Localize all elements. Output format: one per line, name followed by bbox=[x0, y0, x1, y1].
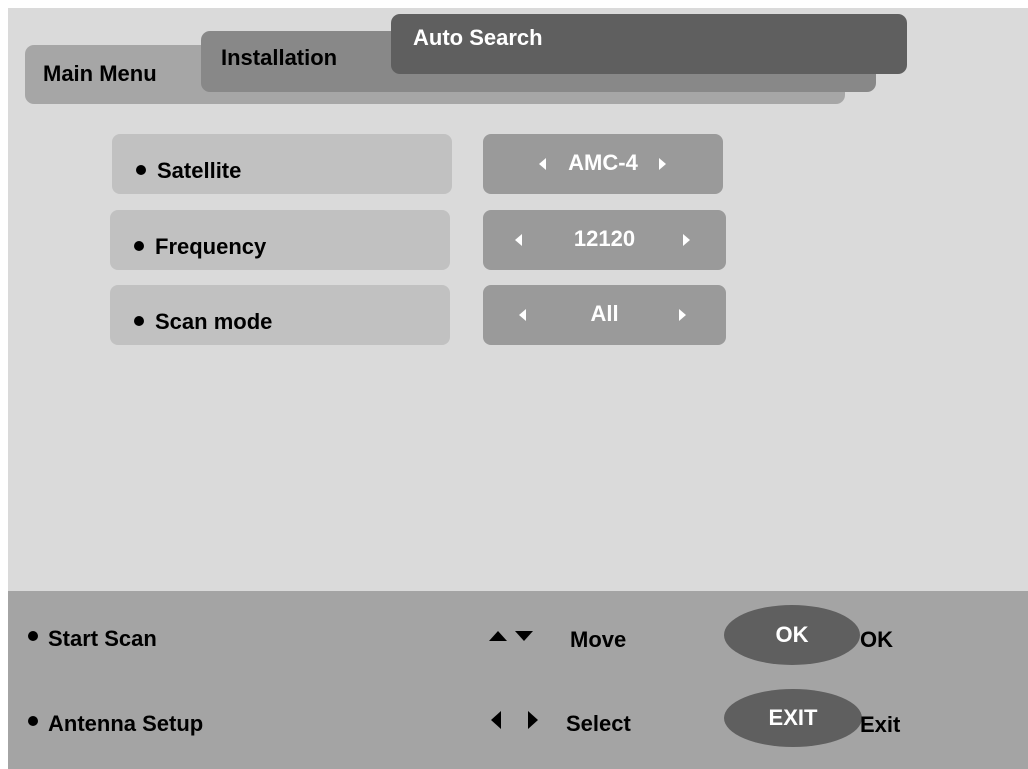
satellite-row-label[interactable]: Satellite bbox=[112, 134, 452, 194]
tab-auto-search[interactable]: Auto Search bbox=[391, 14, 907, 74]
tab-main-menu-label: Main Menu bbox=[43, 61, 157, 86]
ok-key[interactable]: OK bbox=[724, 605, 860, 665]
satellite-selector[interactable]: AMC-4 bbox=[483, 134, 723, 194]
scan-mode-row-label[interactable]: Scan mode bbox=[110, 285, 450, 345]
right-arrow-icon bbox=[528, 711, 538, 729]
down-arrow-icon bbox=[515, 631, 533, 641]
scan-mode-selector[interactable]: All bbox=[483, 285, 726, 345]
scan-mode-value: All bbox=[590, 301, 619, 326]
frequency-selector[interactable]: 12120 bbox=[483, 210, 726, 270]
right-arrow-icon[interactable] bbox=[683, 234, 690, 246]
satellite-value: AMC-4 bbox=[568, 150, 638, 175]
left-arrow-icon bbox=[491, 711, 501, 729]
tab-auto-search-label: Auto Search bbox=[413, 25, 543, 50]
frequency-label: Frequency bbox=[155, 234, 267, 259]
ok-hint: OK bbox=[860, 627, 893, 652]
start-scan-action[interactable]: Start Scan bbox=[48, 626, 157, 652]
up-arrow-icon bbox=[489, 631, 507, 641]
satellite-label: Satellite bbox=[157, 158, 242, 183]
move-hint: Move bbox=[570, 627, 627, 652]
frequency-row-label[interactable]: Frequency bbox=[110, 210, 450, 270]
bullet-icon bbox=[134, 316, 144, 326]
exit-hint: Exit bbox=[860, 712, 901, 737]
right-arrow-icon[interactable] bbox=[659, 158, 666, 170]
bullet-icon bbox=[28, 716, 38, 726]
select-hint: Select bbox=[566, 711, 631, 736]
right-arrow-icon[interactable] bbox=[679, 309, 686, 321]
bullet-icon bbox=[134, 241, 144, 251]
exit-key[interactable]: EXIT bbox=[724, 689, 862, 747]
bullet-icon bbox=[28, 631, 38, 641]
tab-installation-label: Installation bbox=[221, 45, 338, 70]
scan-mode-label: Scan mode bbox=[155, 309, 273, 334]
bullet-icon bbox=[136, 165, 146, 175]
antenna-setup-action[interactable]: Antenna Setup bbox=[48, 711, 203, 737]
help-bar: Start Scan Antenna Setup Move Select OK … bbox=[8, 591, 1028, 769]
